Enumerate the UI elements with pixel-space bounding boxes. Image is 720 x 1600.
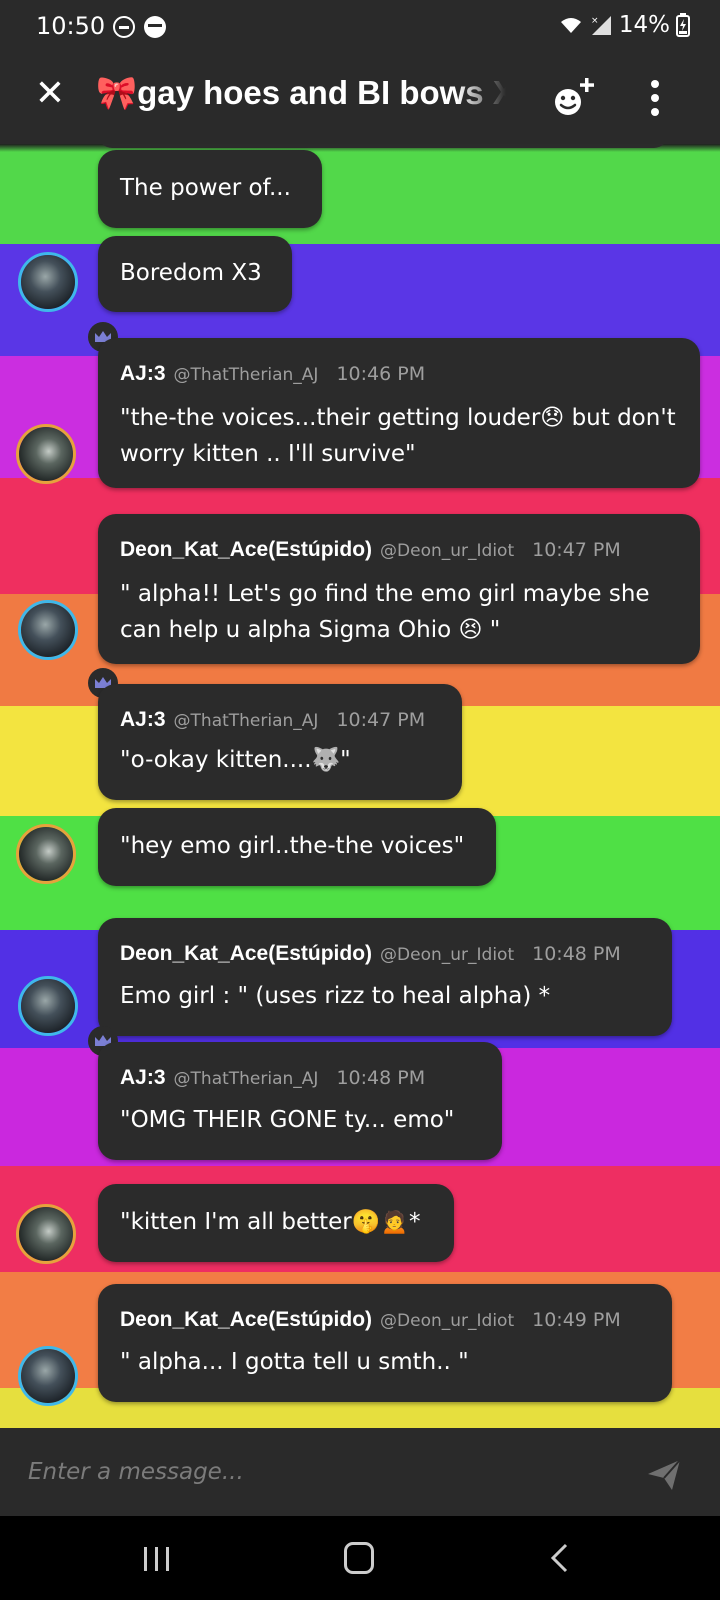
- message-text: The power of...: [120, 175, 291, 201]
- user-handle: @ThatTherian_AJ: [173, 365, 319, 385]
- message-text: Boredom X3: [120, 260, 262, 286]
- username[interactable]: AJ:3: [120, 708, 166, 731]
- avatar[interactable]: [16, 1204, 76, 1264]
- add-member-icon[interactable]: [548, 76, 596, 122]
- user-handle: @ThatTherian_AJ: [173, 711, 319, 731]
- battery-percent: 14%: [618, 12, 670, 38]
- message-header: Deon_Kat_Ace(Estúpido) @Deon_ur_Idiot 10:4…: [120, 538, 621, 562]
- message-bubble[interactable]: Deon_Kat_Ace(Estúpido) @Deon_ur_Idiot 10:4…: [98, 1284, 672, 1402]
- message-bubble[interactable]: "hey emo girl..the-the voices": [98, 808, 496, 886]
- message-time: 10:49 PM: [532, 1309, 621, 1331]
- message-header: Deon_Kat_Ace(Estúpido) @Deon_ur_Idiot 10:4…: [120, 942, 621, 966]
- message-input[interactable]: [28, 1450, 608, 1494]
- message-bubble[interactable]: The power of...: [98, 150, 322, 228]
- username[interactable]: AJ:3: [120, 1066, 166, 1089]
- system-navigation-bar: [0, 1516, 720, 1600]
- message-bubble[interactable]: AJ:3 @ThatTherian_AJ 10:48 PM "OMG THEIR G…: [98, 1042, 502, 1160]
- message-bubble[interactable]: Boredom X3: [98, 236, 292, 312]
- user-handle: @Deon_ur_Idiot: [380, 945, 515, 965]
- signal-icon: ×: [591, 16, 611, 35]
- message-time: 10:46 PM: [336, 363, 426, 385]
- avatar[interactable]: [16, 824, 76, 884]
- message-header: AJ:3 @ThatTherian_AJ 10:48 PM: [120, 1066, 425, 1090]
- message-bubble[interactable]: AJ:3 @ThatTherian_AJ 10:46 PM "the-the voi…: [98, 338, 700, 488]
- message-bubble[interactable]: Deon_Kat_Ace(Estúpido) @Deon_ur_Idiot 10:4…: [98, 918, 672, 1036]
- svg-text:×: ×: [591, 16, 599, 26]
- user-handle: @Deon_ur_Idiot: [380, 1311, 515, 1331]
- wifi-icon: [560, 18, 581, 33]
- message-text: "the-the voices...their getting louder😞 …: [120, 405, 683, 467]
- message-header: AJ:3 @ThatTherian_AJ 10:46 PM: [120, 362, 425, 386]
- chat-message-list[interactable]: The power of... Boredom X3 AJ:3 @ThatTher…: [0, 144, 720, 1428]
- username[interactable]: AJ:3: [120, 362, 166, 385]
- message-time: 10:48 PM: [336, 1067, 426, 1089]
- status-time: 10:50: [36, 12, 106, 40]
- chat-title: 🎀gay hoes and BI bows X: [96, 74, 506, 111]
- message-time: 10:47 PM: [336, 709, 426, 731]
- message-header: AJ:3 @ThatTherian_AJ 10:47 PM: [120, 708, 425, 732]
- home-icon[interactable]: [344, 1542, 374, 1574]
- message-composer: [0, 1428, 720, 1516]
- message-text: "hey emo girl..the-the voices": [120, 833, 465, 859]
- message-text: " alpha... I gotta tell u smth.. ": [120, 1349, 469, 1375]
- avatar[interactable]: [18, 1346, 78, 1406]
- message-bubble[interactable]: Deon_Kat_Ace(Estúpido) @Deon_ur_Idiot 10:4…: [98, 514, 700, 664]
- avatar[interactable]: [16, 424, 76, 484]
- battery-charging-icon: [676, 13, 690, 37]
- message-time: 10:48 PM: [532, 943, 621, 965]
- message-time: 10:47 PM: [532, 539, 621, 561]
- blocked-icon: [144, 16, 166, 38]
- message-bubble[interactable]: AJ:3 @ThatTherian_AJ 10:47 PM "o-okay kitt…: [98, 684, 462, 800]
- do-not-disturb-icon: [113, 16, 135, 38]
- message-text: Emo girl : " (uses rizz to heal alpha) *: [120, 983, 551, 1009]
- message-text: "kitten I'm all better🤫🙍*: [120, 1209, 421, 1235]
- username[interactable]: Deon_Kat_Ace(Estúpido): [120, 538, 372, 561]
- recent-apps-icon[interactable]: [140, 1544, 174, 1574]
- chat-header: ✕ 🎀gay hoes and BI bows X: [0, 52, 720, 144]
- send-icon[interactable]: [646, 1456, 682, 1492]
- username[interactable]: Deon_Kat_Ace(Estúpido): [120, 942, 372, 965]
- message-bubble-partial[interactable]: [98, 144, 668, 148]
- close-icon[interactable]: ✕: [30, 74, 70, 114]
- status-indicators: × 14%: [559, 12, 690, 38]
- message-bubble[interactable]: "kitten I'm all better🤫🙍*: [98, 1184, 454, 1262]
- back-icon[interactable]: [546, 1542, 572, 1574]
- user-handle: @Deon_ur_Idiot: [380, 541, 515, 561]
- avatar[interactable]: [18, 976, 78, 1036]
- message-text: "o-okay kitten....🐺": [120, 747, 351, 773]
- message-text: "OMG THEIR GONE ty... emo": [120, 1107, 455, 1133]
- avatar[interactable]: [18, 600, 78, 660]
- avatar[interactable]: [18, 252, 78, 312]
- user-handle: @ThatTherian_AJ: [173, 1069, 319, 1089]
- more-vert-icon[interactable]: [640, 76, 670, 120]
- message-text: " alpha!! Let's go find the emo girl may…: [120, 581, 657, 643]
- username[interactable]: Deon_Kat_Ace(Estúpido): [120, 1308, 372, 1331]
- status-bar: 10:50 × 14%: [0, 0, 720, 52]
- message-header: Deon_Kat_Ace(Estúpido) @Deon_ur_Idiot 10:4…: [120, 1308, 621, 1332]
